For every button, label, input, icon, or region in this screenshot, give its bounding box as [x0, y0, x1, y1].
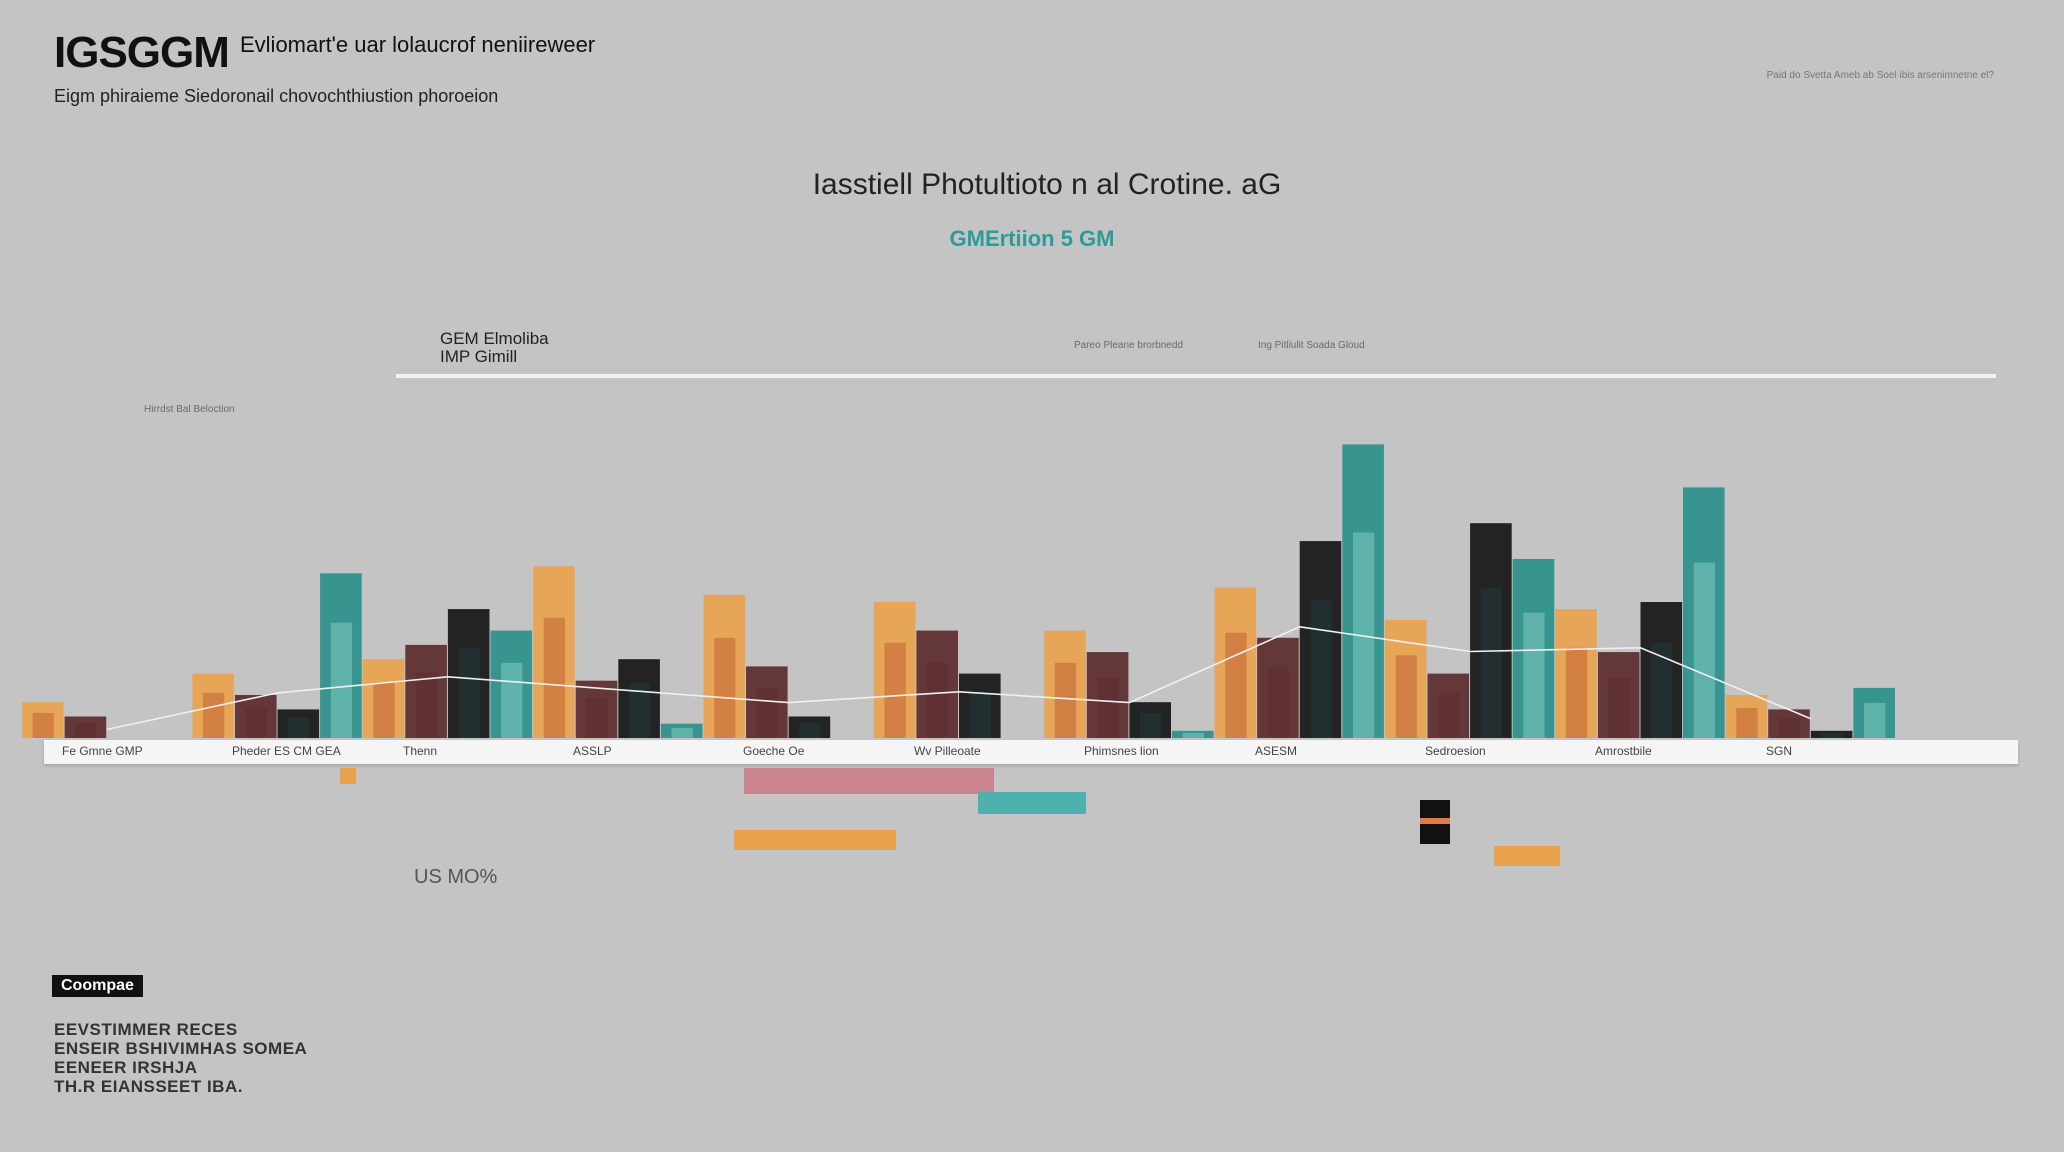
pink-marker: [744, 768, 994, 794]
bar-shade-2-2: [458, 647, 480, 738]
bar-shade-8-2: [1480, 587, 1502, 738]
compare-badge: Coompae: [52, 975, 143, 997]
x-tick-label: Amrostbile: [1595, 744, 1652, 758]
x-tick-label: Goeche Oe: [743, 744, 805, 758]
orange-marker-2: [1494, 846, 1560, 866]
bar-shade-9-1: [1608, 677, 1630, 738]
bar-shade-8-3: [1523, 612, 1545, 738]
bar-shade-5-0: [884, 642, 906, 738]
us-label: US MO%: [414, 866, 498, 888]
tagline: EEVSTIMMER RECES ENSEIR BSHIVIMHAS SOMEA…: [54, 1020, 307, 1096]
x-tick-label: Thenn: [403, 744, 438, 758]
bar-shade-9-0: [1565, 647, 1588, 738]
bar-shade-3-1: [586, 697, 608, 738]
bar-shade-3-0: [543, 617, 565, 738]
bar-shade-7-0: [1225, 632, 1247, 738]
x-tick-label: Wv Pilleoate: [914, 744, 981, 758]
orange-marker: [734, 830, 896, 850]
bar-shade-6-2: [1140, 712, 1162, 738]
bar-shade-2-0: [373, 682, 395, 738]
tagline-line-4: TH.R EIANSSEET IBA.: [54, 1077, 243, 1096]
bar-shade-10-3: [1864, 702, 1886, 738]
bar-shade-6-0: [1054, 662, 1077, 738]
bar-shade-6-3: [1182, 733, 1204, 738]
x-tick-label: Sedroesion: [1425, 744, 1486, 758]
bar-shade-4-0: [714, 637, 736, 738]
bar-shade-0-0: [32, 712, 54, 738]
x-tick-label: Phimsnes lion: [1084, 744, 1159, 758]
orange-stub: [340, 768, 356, 784]
x-tick-label: ASESM: [1255, 744, 1298, 758]
bar-shade-7-2: [1310, 600, 1332, 738]
bar-shade-4-2: [799, 723, 821, 738]
bar-shade-6-1: [1097, 677, 1119, 738]
teal-marker: [978, 792, 1086, 814]
tagline-line-1: EEVSTIMMER RECES: [54, 1020, 238, 1039]
bar-shade-4-1: [756, 687, 778, 738]
bar-shade-8-0: [1395, 655, 1417, 738]
bar-shade-10-1: [1778, 718, 1801, 738]
bar-chart: [22, 374, 1996, 738]
bar-shade-5-1: [927, 662, 949, 738]
bar-shade-7-1: [1267, 667, 1290, 738]
x-tick-label: Fe Gmne GMP: [62, 744, 143, 758]
bar-shade-1-1: [245, 707, 267, 738]
bar-shade-8-1: [1438, 692, 1460, 738]
x-tick-label: Pheder ES CM GEA: [232, 744, 341, 758]
bar-shade-9-3: [1693, 562, 1715, 738]
bar-shade-5-2: [969, 692, 991, 738]
tagline-line-2: ENSEIR BSHIVIMHAS SOMEA: [54, 1039, 308, 1058]
tagline-line-3: EENEER IRSHJA: [54, 1058, 198, 1077]
bar-shade-10-0: [1736, 707, 1758, 738]
bars-group: [22, 444, 1895, 738]
x-tick-label: SGN: [1766, 744, 1793, 758]
bar-shade-10-2: [1821, 733, 1843, 738]
bar-shade-1-0: [203, 692, 225, 738]
x-tick-label: ASSLP: [573, 744, 612, 758]
bar-shade-0-1: [75, 723, 97, 738]
bar-shade-2-1: [416, 672, 438, 738]
black-marker-stripe: [1420, 818, 1450, 824]
bar-shade-2-3: [501, 662, 523, 738]
bar-shade-3-3: [671, 728, 693, 738]
bar-shade-1-2: [288, 718, 310, 738]
bar-shade-1-3: [330, 622, 353, 738]
